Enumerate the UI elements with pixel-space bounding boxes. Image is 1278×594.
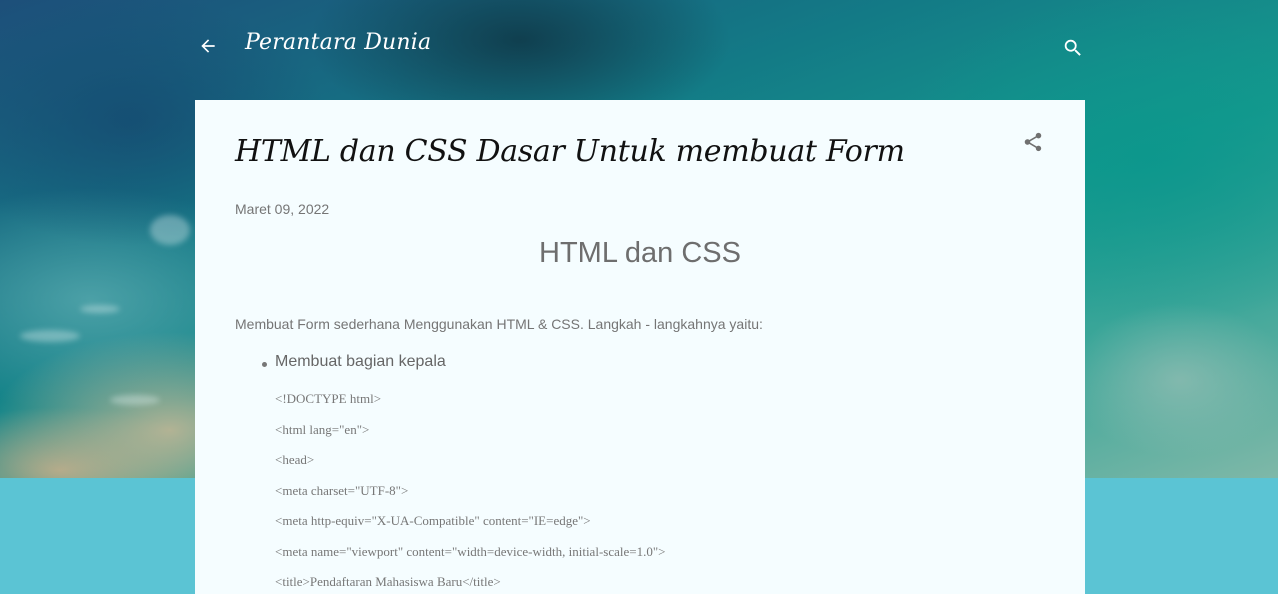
top-bar: Perantara Dunia [195,24,1085,70]
post-title: HTML dan CSS Dasar Untuk membuat Form [235,134,905,169]
blog-title[interactable]: Perantara Dunia [245,30,431,55]
post-date[interactable]: Maret 09, 2022 [235,201,329,217]
code-line: <title>Pendaftaran Mahasiswa Baru</title… [275,574,501,589]
bullet-list: Membuat bagian kepala [235,353,446,371]
code-line: <!DOCTYPE html> [275,391,382,406]
code-line: <meta http-equiv="X-UA-Compatible" conte… [275,513,591,528]
code-block: <!DOCTYPE html> <html lang="en"> <head> … [275,391,665,594]
search-button[interactable] [1061,36,1085,60]
share-icon [1024,132,1042,152]
post-card: HTML dan CSS Dasar Untuk membuat Form Ma… [195,100,1085,594]
code-line: <meta charset="UTF-8"> [275,482,409,498]
code-line: <html lang="en"> [275,421,370,437]
post-intro-paragraph: Membuat Form sederhana Menggunakan HTML … [235,316,763,332]
list-item: Membuat bagian kepala [235,353,446,371]
share-button[interactable] [1021,130,1045,154]
post-heading: HTML dan CSS [539,237,741,269]
arrow-left-icon [201,39,215,53]
code-line: <head> [275,452,315,467]
search-icon [1064,39,1081,56]
back-button[interactable] [195,33,221,59]
code-line: <meta name="viewport" content="width=dev… [275,543,666,559]
